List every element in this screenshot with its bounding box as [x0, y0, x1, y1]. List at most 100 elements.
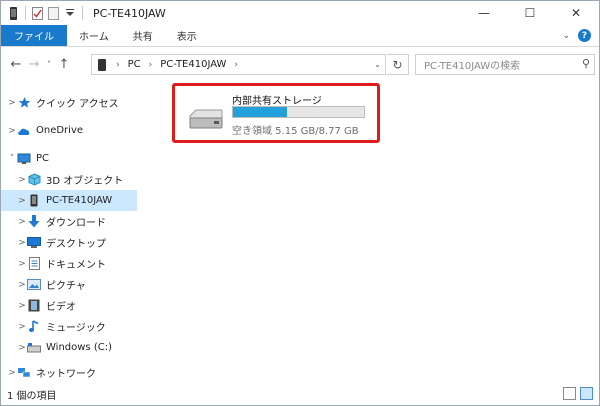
expand-icon[interactable]: >	[17, 259, 27, 269]
help-icon[interactable]: ?	[578, 29, 591, 42]
address-bar[interactable]: › PC › PC-TE410JAW › ⌄	[91, 54, 386, 75]
sidebar-item-windows-c[interactable]: > Windows (C:)	[1, 337, 137, 358]
tab-home[interactable]: ホーム	[67, 25, 121, 46]
large-icons-view-icon[interactable]	[580, 387, 593, 400]
item-count: 1 個の項目	[7, 390, 57, 402]
ribbon-tabs: ファイル ホーム 共有 表示 ⌄ ?	[1, 25, 599, 47]
customize-toolbar-icon[interactable]	[64, 6, 76, 20]
sidebar-item-label: Windows (C:)	[46, 342, 112, 353]
pc-icon	[17, 152, 31, 166]
sidebar-item-label: PC	[36, 153, 50, 164]
storage-drive-item[interactable]: 内部共有ストレージ 空き領域 5.15 GB/8.77 GB	[172, 83, 380, 143]
tab-share[interactable]: 共有	[121, 25, 165, 46]
cloud-icon	[17, 124, 31, 138]
sidebar-item-label: ビデオ	[46, 302, 76, 313]
tab-file[interactable]: ファイル	[1, 25, 67, 46]
sidebar-item-label: クイック アクセス	[36, 99, 119, 110]
title-bar: PC-TE410JAW — ☐ ✕	[1, 1, 599, 25]
content-pane: 内部共有ストレージ 空き領域 5.15 GB/8.77 GB	[141, 81, 599, 381]
sidebar-item-music[interactable]: > ミュージック	[1, 316, 137, 337]
star-icon	[17, 96, 31, 110]
document-icon	[27, 257, 41, 271]
address-dropdown-icon[interactable]: ⌄	[369, 60, 385, 69]
sidebar-item-videos[interactable]: > ビデオ	[1, 295, 137, 316]
breadcrumb-pc[interactable]: PC	[124, 59, 145, 70]
search-input[interactable]: PC-TE410JAWの検索	[415, 54, 595, 75]
sidebar-item-label: ドキュメント	[46, 260, 106, 271]
storage-usage-bar	[232, 106, 365, 118]
properties-icon[interactable]	[32, 6, 44, 20]
ribbon-right-controls: ⌄ ?	[562, 25, 599, 46]
drive-free-space: 空き領域 5.15 GB/8.77 GB	[232, 126, 359, 137]
sidebar-item-3d-objects[interactable]: > 3D オブジェクト	[1, 169, 137, 190]
expand-icon[interactable]: >	[17, 175, 27, 185]
expand-icon[interactable]: >	[17, 343, 27, 353]
quick-access-toolbar	[1, 6, 85, 20]
sidebar-item-desktop[interactable]: > デスクトップ	[1, 232, 137, 253]
divider	[25, 6, 26, 20]
hard-drive-icon	[188, 108, 224, 133]
search-icon[interactable]: ⚲	[582, 57, 590, 70]
chevron-right-icon[interactable]: ›	[230, 60, 242, 70]
divider	[82, 6, 83, 20]
collapse-icon[interactable]: ˅	[7, 154, 17, 164]
minimize-button[interactable]: —	[461, 1, 507, 25]
sidebar-item-device[interactable]: > PC-TE410JAW	[1, 190, 137, 211]
up-button[interactable]: ↑	[55, 54, 73, 74]
music-icon	[27, 320, 41, 334]
new-folder-icon[interactable]	[48, 6, 60, 20]
sidebar-item-onedrive[interactable]: > OneDrive	[1, 120, 137, 141]
sidebar-item-pc[interactable]: ˅ PC	[1, 148, 137, 169]
status-bar: 1 個の項目	[1, 383, 599, 405]
pictures-icon	[27, 278, 41, 292]
expand-icon[interactable]: >	[7, 126, 17, 136]
chevron-right-icon[interactable]: ›	[112, 60, 124, 70]
view-switcher	[563, 387, 593, 400]
sidebar-item-label: OneDrive	[36, 125, 84, 136]
chevron-down-icon[interactable]: ⌄	[562, 31, 570, 41]
back-button[interactable]: ←	[7, 54, 25, 74]
video-icon	[27, 299, 41, 313]
navigation-bar: ← → ˅ ↑ › PC › PC-TE410JAW › ⌄ ↻ PC-TE41…	[1, 47, 599, 81]
details-view-icon[interactable]	[563, 387, 576, 400]
sidebar-item-label: PC-TE410JAW	[46, 195, 113, 206]
sidebar-item-label: ネットワーク	[36, 369, 96, 380]
storage-usage-fill	[233, 107, 287, 117]
sidebar-item-label: ピクチャ	[46, 281, 86, 292]
expand-icon[interactable]: >	[17, 301, 27, 311]
maximize-button[interactable]: ☐	[507, 1, 553, 25]
sidebar-item-label: デスクトップ	[46, 239, 106, 250]
window-controls: — ☐ ✕	[461, 1, 599, 25]
sidebar-item-downloads[interactable]: > ダウンロード	[1, 211, 137, 232]
forward-button[interactable]: →	[25, 54, 43, 74]
tab-view[interactable]: 表示	[165, 25, 209, 46]
expand-icon[interactable]: >	[17, 217, 27, 227]
drive-icon	[27, 341, 41, 355]
device-icon[interactable]	[7, 6, 19, 20]
expand-icon[interactable]: >	[7, 98, 17, 108]
recent-locations-button[interactable]: ˅	[43, 54, 55, 74]
sidebar-item-label: ミュージック	[46, 323, 106, 334]
sidebar-item-quick-access[interactable]: > クイック アクセス	[1, 92, 137, 113]
expand-icon[interactable]: >	[17, 238, 27, 248]
sidebar-item-label: ダウンロード	[46, 218, 106, 229]
download-icon	[27, 215, 41, 229]
drive-name: 内部共有ストレージ	[232, 96, 322, 107]
window-title: PC-TE410JAW	[93, 6, 166, 20]
breadcrumb-device[interactable]: PC-TE410JAW	[156, 59, 230, 70]
expand-icon[interactable]: >	[7, 368, 17, 378]
sidebar-item-network[interactable]: > ネットワーク	[1, 362, 137, 383]
expand-icon[interactable]: >	[17, 280, 27, 290]
sidebar-item-pictures[interactable]: > ピクチャ	[1, 274, 137, 295]
sidebar-item-label: 3D オブジェクト	[46, 176, 124, 187]
device-icon	[98, 58, 106, 71]
expand-icon[interactable]: >	[17, 196, 27, 206]
expand-icon[interactable]: >	[17, 322, 27, 332]
navigation-pane: > クイック アクセス > OneDrive ˅ PC > 3D オブジェクト …	[1, 81, 141, 381]
explorer-window: PC-TE410JAW — ☐ ✕ ファイル ホーム 共有 表示 ⌄ ? ← →…	[0, 0, 600, 406]
network-icon	[17, 366, 31, 380]
refresh-button[interactable]: ↻	[387, 54, 409, 75]
chevron-right-icon[interactable]: ›	[145, 60, 157, 70]
sidebar-item-documents[interactable]: > ドキュメント	[1, 253, 137, 274]
close-button[interactable]: ✕	[553, 1, 599, 25]
